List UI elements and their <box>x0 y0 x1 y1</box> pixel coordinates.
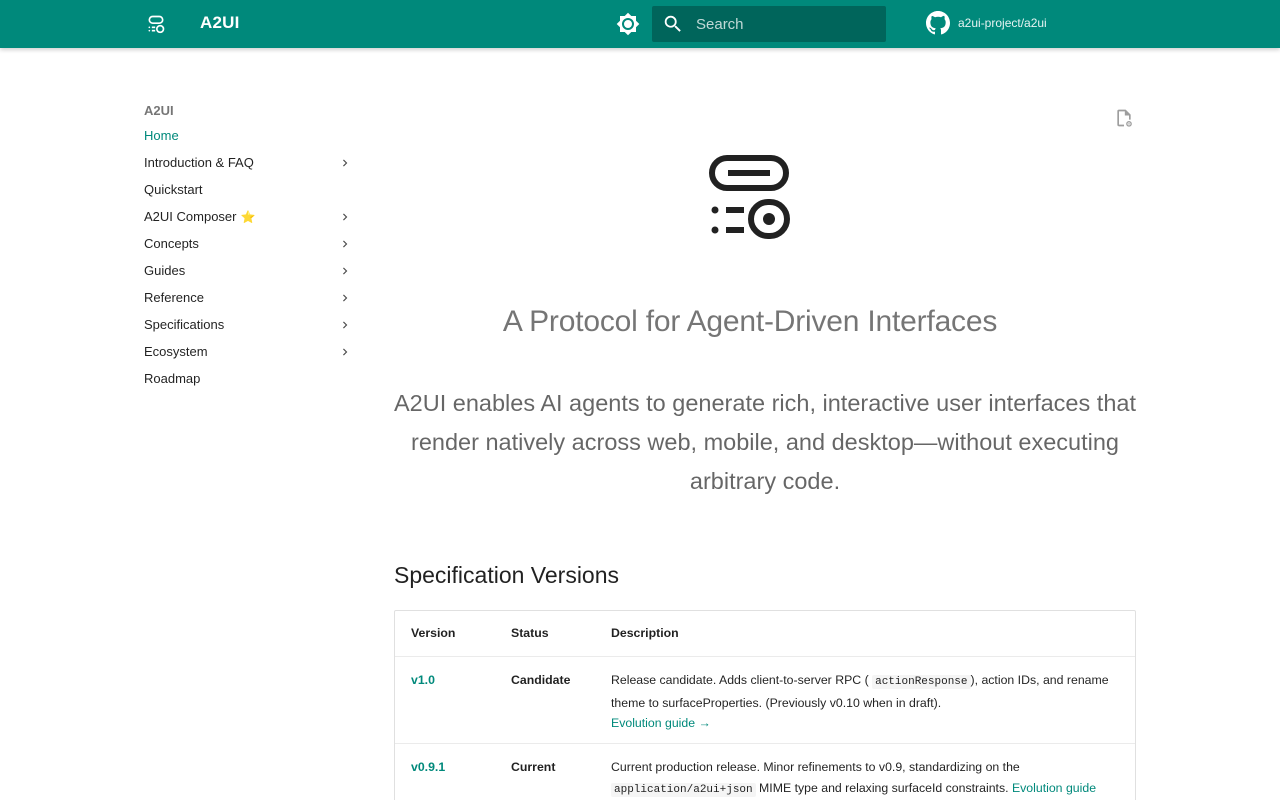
hero-subtitle: A2UI enables AI agents to generate rich,… <box>394 390 1136 494</box>
description-part: Release candidate. Adds client-to-server… <box>611 673 869 687</box>
sidebar-item-label: Home <box>144 128 179 143</box>
table-row: v0.9.1 Current Current production releas… <box>395 744 1135 800</box>
inline-code: application/a2ui+json <box>611 782 756 797</box>
sidebar-item-specifications[interactable]: Specifications <box>144 311 356 338</box>
primary-sidebar: A2UI Home Introduction & FAQ Quickstart A2U… <box>144 100 356 392</box>
top-app-bar: A2UI a2ui-project/a2ui <box>0 0 1280 48</box>
repo-name: a2ui-project/a2ui <box>958 16 1047 30</box>
brightness-toggle-icon[interactable] <box>616 12 640 36</box>
sidebar-item-label: Introduction & FAQ <box>144 155 254 170</box>
description-part: Current production release. Minor refine… <box>611 760 1020 774</box>
description-text: Release candidate. Adds client-to-server… <box>611 670 1121 734</box>
sidebar-title: A2UI <box>144 103 174 118</box>
status-text: Candidate <box>511 673 571 687</box>
github-repo-link[interactable]: a2ui-project/a2ui <box>926 11 1047 35</box>
section-title: Specification Versions <box>394 562 620 588</box>
inline-code: actionResponse <box>872 675 971 689</box>
sidebar-item-label: Concepts <box>144 236 199 251</box>
chevron-right-icon[interactable] <box>338 291 352 305</box>
sidebar-item-guides[interactable]: Guides <box>144 257 356 284</box>
hero-title: A Protocol for Agent-Driven Interfaces <box>502 305 998 338</box>
column-header-version: Version <box>411 626 456 640</box>
search-box[interactable] <box>652 6 886 42</box>
chevron-right-icon[interactable] <box>338 156 352 170</box>
star-icon: ⭐ <box>240 210 256 224</box>
sidebar-item-reference[interactable]: Reference <box>144 284 356 311</box>
evolution-guide-link[interactable]: Evolution guide → <box>611 716 711 730</box>
sidebar-item-roadmap[interactable]: Roadmap <box>144 365 356 392</box>
status-text: Current <box>511 760 556 774</box>
chevron-right-icon[interactable] <box>338 318 352 332</box>
site-title[interactable]: A2UI <box>200 13 240 33</box>
version-link[interactable]: v0.9.1 <box>411 757 445 778</box>
chevron-right-icon[interactable] <box>338 237 352 251</box>
description-text: Current production release. Minor refine… <box>611 757 1121 800</box>
site-logo-icon[interactable] <box>144 12 168 36</box>
sidebar-item-concepts[interactable]: Concepts <box>144 230 356 257</box>
chevron-right-icon[interactable] <box>338 345 352 359</box>
column-header-description: Description <box>611 626 679 640</box>
column-header-status: Status <box>511 626 549 640</box>
sidebar-item-label: Specifications <box>144 317 225 332</box>
sidebar-item-a2ui-composer[interactable]: A2UI Composer ⭐ <box>144 203 356 230</box>
github-icon <box>926 11 950 35</box>
table-header-row: Version Status Description <box>395 611 1135 657</box>
sidebar-item-label: A2UI Composer <box>144 209 237 224</box>
search-input[interactable] <box>696 6 876 42</box>
sidebar-item-label: Quickstart <box>144 182 203 197</box>
sidebar-nav-list: Home Introduction & FAQ Quickstart A2UI Com… <box>144 122 356 392</box>
chevron-right-icon[interactable] <box>338 264 352 278</box>
sidebar-item-ecosystem[interactable]: Ecosystem <box>144 338 356 365</box>
spec-versions-table: Version Status Description v1.0 Candidat… <box>394 610 1136 800</box>
sidebar-item-introduction-faq[interactable]: Introduction & FAQ <box>144 149 356 176</box>
sidebar-item-label: Guides <box>144 263 186 278</box>
table-row: v1.0 Candidate Release candidate. Adds c… <box>395 657 1135 744</box>
evolution-guide-link[interactable]: Evolution guide <box>1012 781 1096 795</box>
sidebar-item-label: Reference <box>144 290 204 305</box>
a2ui-logo-icon <box>704 152 794 242</box>
chevron-right-icon[interactable] <box>338 210 352 224</box>
sidebar-item-quickstart[interactable]: Quickstart <box>144 176 356 203</box>
version-link[interactable]: v1.0 <box>411 670 435 691</box>
view-source-icon[interactable] <box>1114 108 1134 128</box>
sidebar-item-label: Roadmap <box>144 371 201 386</box>
description-part: MIME type and relaxing surfaceId constra… <box>759 780 1009 795</box>
sidebar-item-home[interactable]: Home <box>144 122 356 149</box>
search-icon <box>664 15 681 32</box>
sidebar-item-label: Ecosystem <box>144 344 208 359</box>
